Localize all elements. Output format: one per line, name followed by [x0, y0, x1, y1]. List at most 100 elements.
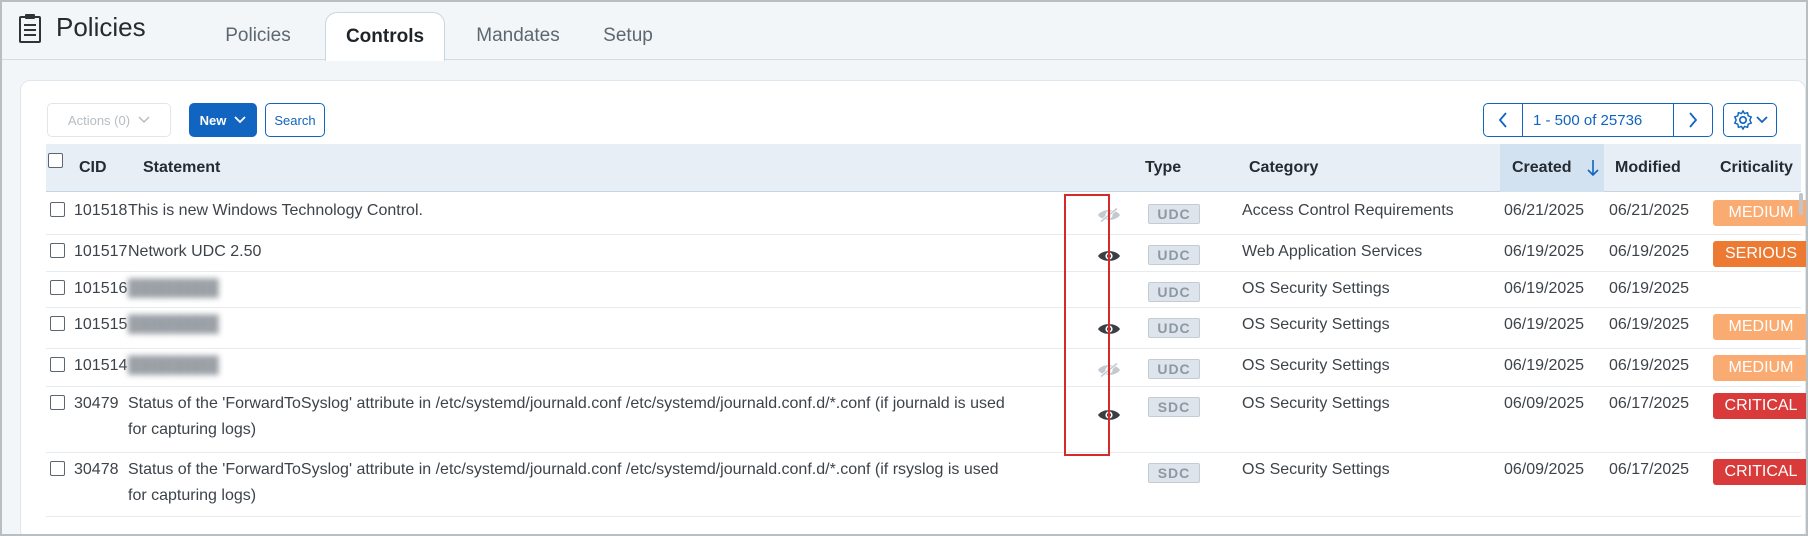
created-cell: 06/19/2025 — [1504, 243, 1585, 260]
modified-cell: 06/17/2025 — [1609, 461, 1690, 478]
column-category[interactable]: Category — [1249, 144, 1318, 192]
statement-cell-continued: for capturing logs) — [128, 421, 257, 438]
category-cell: OS Security Settings — [1242, 357, 1390, 374]
column-modified[interactable]: Modified — [1615, 144, 1681, 192]
row-checkbox[interactable] — [50, 202, 65, 217]
statement-cell[interactable]: This is new Windows Technology Control. — [128, 196, 1028, 226]
page-range[interactable]: 1 - 500 of 25736 — [1522, 104, 1674, 136]
tab-controls[interactable]: Controls — [325, 12, 445, 61]
category-cell: OS Security Settings — [1242, 316, 1390, 333]
arrow-down-icon — [1587, 160, 1599, 177]
type-badge: UDC — [1148, 318, 1200, 338]
criticality-badge: CRITICAL — [1713, 459, 1806, 485]
row-checkbox[interactable] — [50, 243, 65, 258]
actions-label: Actions (0) — [67, 112, 131, 128]
gear-icon — [1734, 110, 1752, 130]
created-cell: 06/09/2025 — [1504, 461, 1585, 478]
category-cell: Web Application Services — [1242, 243, 1423, 260]
modified-cell: 06/21/2025 — [1609, 202, 1690, 219]
created-cell: 06/19/2025 — [1504, 280, 1585, 297]
criticality-badge: MEDIUM — [1713, 200, 1806, 226]
modified-cell: 06/19/2025 — [1609, 280, 1690, 297]
tab-policies[interactable]: Policies — [208, 12, 308, 60]
modified-cell: 06/19/2025 — [1609, 357, 1690, 374]
type-badge: SDC — [1148, 397, 1200, 417]
created-cell: 06/19/2025 — [1504, 316, 1585, 333]
table-scrollbar-thumb[interactable] — [1799, 193, 1803, 215]
chevron-left-icon — [1498, 112, 1507, 128]
cid-cell: 101518 — [74, 202, 128, 219]
cid-cell: 30479 — [74, 395, 119, 412]
type-badge: SDC — [1148, 463, 1200, 483]
table-row[interactable]: 30479 Status of the 'ForwardToSyslog' att… — [46, 387, 1806, 453]
redacted-statement: ████████ — [128, 316, 219, 333]
cid-cell: 101517 — [74, 243, 128, 260]
created-cell: 06/21/2025 — [1504, 202, 1585, 219]
new-label: New — [199, 112, 227, 128]
previous-page-button[interactable] — [1484, 104, 1522, 136]
table-row[interactable]: 101514 ████████ UDC OS Security Settings 06/… — [46, 349, 1806, 387]
criticality-badge: CRITICAL — [1713, 393, 1806, 419]
category-cell: Access Control Requirements — [1242, 202, 1454, 219]
chevron-right-icon — [1689, 112, 1698, 128]
next-page-button[interactable] — [1674, 104, 1712, 136]
document-list-icon — [19, 14, 41, 43]
new-button[interactable]: New — [189, 103, 257, 137]
controls-panel: Actions (0) New Search 1 - 500 of 25736 — [20, 80, 1806, 534]
table-row[interactable]: 30478 Status of the 'ForwardToSyslog' att… — [46, 453, 1806, 517]
created-cell: 06/09/2025 — [1504, 395, 1585, 412]
modified-cell: 06/19/2025 — [1609, 316, 1690, 333]
modified-cell: 06/17/2025 — [1609, 395, 1690, 412]
app-window: Policies Policies Controls Mandates Setu… — [0, 0, 1808, 536]
type-badge: UDC — [1148, 204, 1200, 224]
statement-cell[interactable]: Network UDC 2.50 — [128, 237, 1028, 267]
modified-cell: 06/19/2025 — [1609, 243, 1690, 260]
category-cell: OS Security Settings — [1242, 395, 1390, 412]
row-checkbox[interactable] — [50, 395, 65, 410]
table-row[interactable]: 101515 ████████ UDC OS Security Settings 06/… — [46, 308, 1806, 349]
chevron-down-icon — [234, 116, 246, 124]
chevron-down-icon — [138, 116, 150, 124]
redacted-statement: ████████ — [128, 280, 219, 297]
type-badge: UDC — [1148, 245, 1200, 265]
statement-cell-continued: for capturing logs) — [128, 487, 257, 504]
select-all-checkbox[interactable] — [48, 153, 63, 168]
table-row[interactable]: 101516 ████████ UDC OS Security Settings 06/… — [46, 272, 1801, 308]
table-row[interactable]: 101517 Network UDC 2.50 UDC Web Application… — [46, 235, 1806, 272]
app-title: Policies — [56, 12, 146, 42]
column-cid[interactable]: CID — [79, 144, 107, 192]
row-checkbox[interactable] — [50, 280, 65, 295]
pagination: 1 - 500 of 25736 — [1483, 103, 1713, 137]
tab-mandates[interactable]: Mandates — [464, 12, 572, 60]
type-badge: UDC — [1148, 359, 1200, 379]
redacted-statement: ████████ — [128, 357, 219, 374]
column-criticality[interactable]: Criticality — [1720, 144, 1793, 192]
row-checkbox[interactable] — [50, 461, 65, 476]
type-badge: UDC — [1148, 282, 1200, 302]
category-cell: OS Security Settings — [1242, 280, 1390, 297]
table-settings-button[interactable] — [1723, 103, 1777, 137]
cid-cell: 101514 — [74, 357, 128, 374]
column-statement[interactable]: Statement — [143, 144, 220, 192]
cid-cell: 101515 — [74, 316, 128, 333]
chevron-down-icon — [1756, 116, 1768, 124]
column-created-label: Created — [1512, 159, 1572, 176]
criticality-badge: SERIOUS — [1713, 241, 1806, 267]
cid-cell: 101516 — [74, 280, 128, 297]
actions-button[interactable]: Actions (0) — [47, 103, 171, 137]
column-type[interactable]: Type — [1145, 144, 1181, 192]
created-cell: 06/19/2025 — [1504, 357, 1585, 374]
row-checkbox[interactable] — [50, 357, 65, 372]
visibility-column-highlight — [1064, 194, 1110, 456]
tab-setup[interactable]: Setup — [592, 12, 664, 60]
table-row[interactable]: 101518 This is new Windows Technology Con… — [46, 194, 1806, 235]
cid-cell: 30478 — [74, 461, 119, 478]
category-cell: OS Security Settings — [1242, 461, 1390, 478]
table-header: CID Statement Type Category Created Modi… — [46, 144, 1801, 192]
criticality-badge: MEDIUM — [1713, 314, 1806, 340]
row-checkbox[interactable] — [50, 316, 65, 331]
column-created[interactable]: Created — [1512, 144, 1600, 192]
app-header: Policies Policies Controls Mandates Setu… — [2, 2, 1806, 61]
criticality-badge: MEDIUM — [1713, 355, 1806, 381]
search-button[interactable]: Search — [265, 103, 325, 137]
